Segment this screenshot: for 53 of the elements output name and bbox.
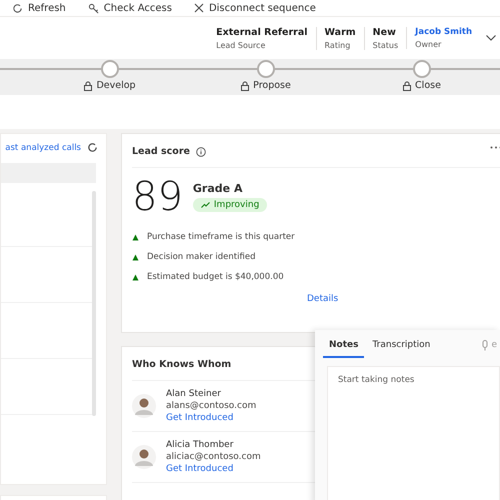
grade-label: Grade A xyxy=(192,182,244,195)
stage-marker[interactable] xyxy=(413,60,431,78)
stage-label[interactable]: Propose xyxy=(253,80,291,91)
tab[interactable]: Notes xyxy=(323,332,364,358)
chevron-down-icon[interactable] xyxy=(486,35,496,41)
more-options-icon[interactable] xyxy=(490,146,500,149)
field-label: Lead Source xyxy=(216,40,266,50)
key-icon xyxy=(88,2,99,14)
field-value: External Referral xyxy=(216,26,308,38)
owner-link[interactable]: Jacob Smith xyxy=(415,27,472,37)
lock-icon xyxy=(84,80,92,90)
field-label: Owner xyxy=(415,40,442,49)
avatar-icon xyxy=(132,445,156,469)
toolbar-button[interactable]: Check Access xyxy=(88,2,172,14)
get-introduced-link[interactable]: Get Introduced xyxy=(166,464,261,474)
close-icon xyxy=(194,3,204,13)
stage-marker[interactable] xyxy=(257,60,275,78)
microphone-icon[interactable] xyxy=(482,340,488,350)
stage-marker[interactable] xyxy=(101,60,119,78)
field-value: Warm xyxy=(324,26,356,38)
avatar-icon xyxy=(132,394,156,418)
up-triangle-icon xyxy=(132,254,139,260)
details-link[interactable]: Details xyxy=(307,294,500,304)
lock-icon xyxy=(403,80,412,90)
field-value: New xyxy=(372,26,397,38)
info-icon[interactable] xyxy=(196,146,206,156)
contact-email: alans@contoso.com xyxy=(166,401,256,411)
card-title: Lead score xyxy=(132,146,190,157)
analyzed-calls-link[interactable]: ast analyzed calls xyxy=(5,142,81,152)
stage-label[interactable]: Develop xyxy=(96,80,136,91)
refresh-icon xyxy=(12,2,23,14)
field-label: Status xyxy=(372,40,398,50)
toolbar-button[interactable]: Disconnect sequence xyxy=(194,2,316,14)
field-label: Rating xyxy=(324,40,352,50)
toolbar-button[interactable]: Refresh xyxy=(12,2,66,14)
contact-email: aliciac@contoso.com xyxy=(166,452,261,462)
notes-input-field[interactable]: Start taking notes xyxy=(327,366,500,500)
get-introduced-link[interactable]: Get Introduced xyxy=(166,413,256,423)
contact-name: Alicia Thomber xyxy=(166,440,234,450)
lead-score-value: 89 xyxy=(132,174,183,220)
score-factor: Purchase timeframe is this quarter xyxy=(147,232,295,242)
toolbar-text: e xyxy=(491,340,497,350)
score-factor: Estimated budget is $40,000.00 xyxy=(147,272,284,282)
tab[interactable]: Transcription xyxy=(366,332,436,358)
score-factor: Decision maker identified xyxy=(147,252,256,262)
up-triangle-icon xyxy=(132,274,139,280)
stage-label[interactable]: Close xyxy=(415,80,441,91)
trend-badge: Improving xyxy=(192,198,268,212)
card-title: Who Knows Whom xyxy=(132,359,232,370)
up-triangle-icon xyxy=(132,234,139,240)
contact-name: Alan Steiner xyxy=(166,389,222,399)
lock-icon xyxy=(241,80,250,90)
refresh-icon[interactable] xyxy=(87,142,98,153)
